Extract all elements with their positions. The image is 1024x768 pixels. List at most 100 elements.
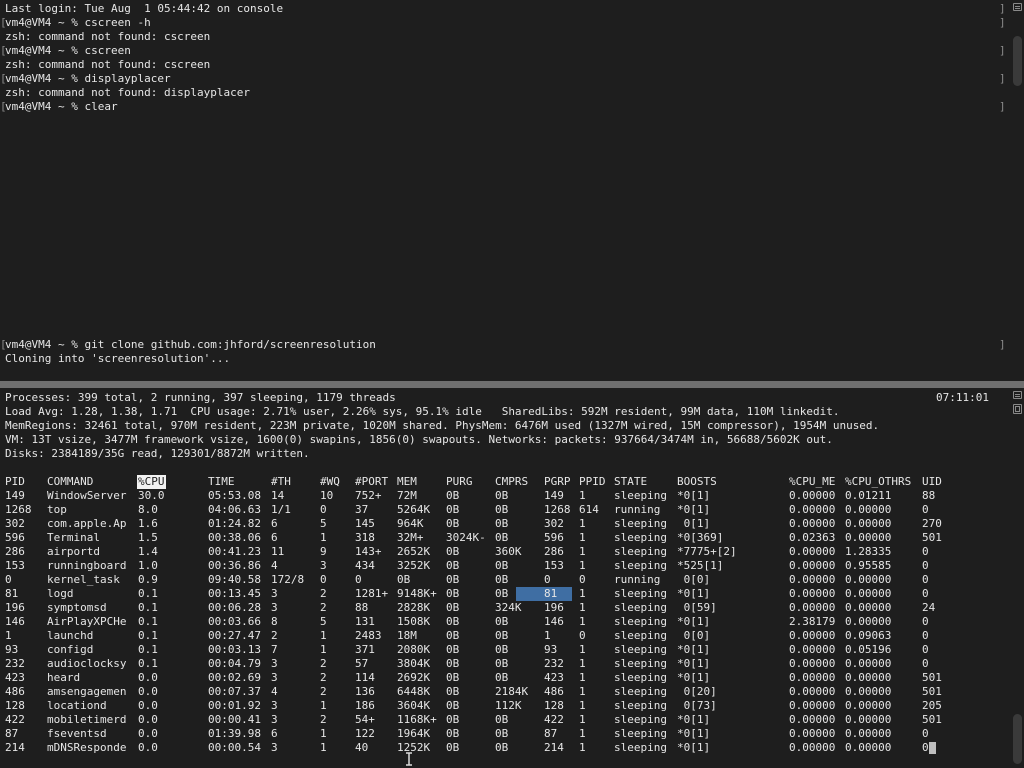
table-cell: 9: [320, 545, 327, 558]
table-cell: running: [614, 573, 661, 586]
table-cell: 9148K+: [397, 587, 437, 600]
column-header: %CPU: [137, 475, 166, 489]
table-cell: 0.01211: [845, 489, 892, 502]
top-scrollbar[interactable]: [1013, 36, 1022, 86]
table-cell: 3: [271, 587, 278, 600]
table-cell: 1268: [5, 503, 32, 516]
table-cell: 128: [5, 699, 25, 712]
table-cell: 00:36.86: [208, 559, 261, 572]
split-pane-icon[interactable]: [1013, 391, 1022, 399]
table-cell: 2: [320, 671, 327, 684]
table-cell: sleeping: [614, 545, 667, 558]
bottom-scrollbar[interactable]: [1013, 714, 1022, 764]
output-line: zsh: command not found: cscreen: [5, 58, 211, 71]
table-cell: 0: [320, 503, 327, 516]
table-cell: 422: [544, 713, 564, 726]
mark-bracket-right: ]: [999, 100, 1006, 113]
table-cell: 0B: [446, 741, 460, 754]
terminal-top-pane[interactable]: Last login: Tue Aug 1 05:44:42 on consol…: [0, 0, 1024, 381]
column-header: PGRP: [544, 475, 571, 488]
table-cell: 112K: [495, 699, 522, 712]
column-header: PURG: [446, 475, 473, 488]
table-cell: 0[1]: [677, 517, 711, 530]
table-cell: 00:07.37: [208, 685, 261, 698]
column-header: MEM: [397, 475, 417, 488]
mark-bracket-right: ]: [999, 72, 1006, 85]
prompt-line: vm4@VM4 ~ % clear: [5, 100, 118, 113]
text-cursor: [929, 742, 936, 754]
mark-bracket-left: [: [0, 16, 7, 29]
table-cell: sleeping: [614, 601, 667, 614]
table-cell: 0.00000: [845, 587, 892, 600]
table-cell: 0.9: [138, 573, 158, 586]
clock: 07:11:01: [936, 391, 989, 404]
table-cell: 122: [355, 727, 375, 740]
table-cell: 54+: [355, 713, 375, 726]
table-cell: 0: [544, 573, 551, 586]
table-cell: sleeping: [614, 517, 667, 530]
column-header: #TH: [271, 475, 291, 488]
table-cell: 0.00000: [789, 489, 836, 502]
table-cell: 0B: [495, 741, 509, 754]
table-cell: 0B: [446, 559, 460, 572]
table-cell: 1: [320, 741, 327, 754]
output-line: Cloning into 'screenresolution'...: [5, 352, 231, 365]
table-cell: sleeping: [614, 699, 667, 712]
table-cell: audioclocksy: [47, 657, 127, 670]
column-header: #PORT: [355, 475, 389, 488]
table-cell: *0[1]: [677, 671, 711, 684]
close-split-icon[interactable]: [1013, 404, 1022, 414]
table-cell: 1: [579, 615, 586, 628]
table-cell: *0[369]: [677, 531, 724, 544]
table-cell: 1: [579, 657, 586, 670]
table-cell: 0.00000: [789, 545, 836, 558]
table-cell: 00:00.41: [208, 713, 261, 726]
table-cell: mDNSResponde: [47, 741, 127, 754]
table-cell: 1268: [544, 503, 571, 516]
table-cell: 0: [922, 615, 929, 628]
pane-splitter[interactable]: [0, 381, 1024, 388]
table-cell: 0.00000: [845, 517, 892, 530]
table-cell: 1: [579, 741, 586, 754]
table-cell: 752+: [355, 489, 382, 502]
table-cell: 0.00000: [845, 713, 892, 726]
table-cell: 88: [922, 489, 936, 502]
table-cell: 145: [355, 517, 375, 530]
terminal-bottom-pane[interactable]: Processes: 399 total, 2 running, 397 sle…: [0, 388, 1024, 768]
table-cell: 5: [320, 517, 327, 530]
table-cell: 0B: [446, 643, 460, 656]
table-cell: 0.00000: [789, 671, 836, 684]
table-cell: amsengagemen: [47, 685, 127, 698]
table-cell: 2: [320, 601, 327, 614]
table-cell: 81: [5, 587, 19, 600]
table-cell: 1: [579, 727, 586, 740]
table-cell: 3804K: [397, 657, 431, 670]
mark-bracket-right: ]: [999, 338, 1006, 351]
table-cell: 214: [544, 741, 564, 754]
table-cell: 0.1: [138, 615, 158, 628]
table-cell: *0[1]: [677, 489, 711, 502]
table-cell: 00:02.69: [208, 671, 261, 684]
table-cell: 486: [5, 685, 25, 698]
prompt-line: vm4@VM4 ~ % cscreen -h: [5, 16, 151, 29]
mark-bracket-right: ]: [999, 2, 1006, 15]
mark-bracket-left: [: [0, 44, 7, 57]
table-cell: 0.1: [138, 601, 158, 614]
table-cell: 2: [320, 713, 327, 726]
table-cell: 0.00000: [789, 629, 836, 642]
column-header: UID: [922, 475, 942, 488]
table-cell: 05:53.08: [208, 489, 261, 502]
table-cell: 3: [271, 657, 278, 670]
table-cell: 00:41.23: [208, 545, 261, 558]
table-cell: 2080K: [397, 643, 431, 656]
table-cell: 11: [271, 545, 285, 558]
table-cell: 0.0: [138, 671, 158, 684]
table-cell: 196: [5, 601, 25, 614]
table-cell: 00:03.66: [208, 615, 261, 628]
table-cell: 196: [544, 601, 564, 614]
table-cell: 0: [355, 573, 362, 586]
table-cell: 0.00000: [845, 601, 892, 614]
table-cell: 0B: [446, 657, 460, 670]
table-cell: 4: [271, 559, 278, 572]
split-pane-icon[interactable]: [1013, 3, 1022, 11]
